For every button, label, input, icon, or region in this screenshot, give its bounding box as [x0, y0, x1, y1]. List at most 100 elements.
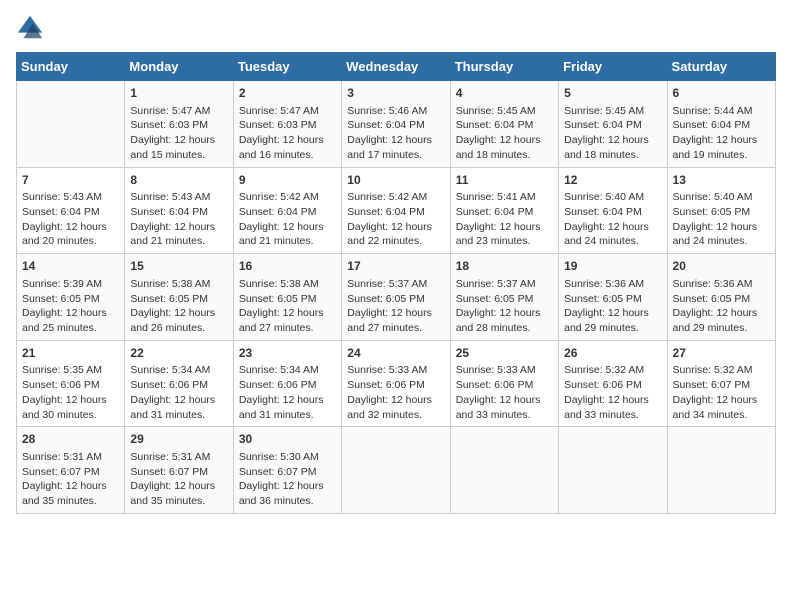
day-number: 17	[347, 258, 444, 275]
page-header	[16, 16, 776, 44]
sunset-text: Sunset: 6:07 PM	[239, 465, 336, 480]
day-number: 3	[347, 85, 444, 102]
day-number: 5	[564, 85, 661, 102]
sunset-text: Sunset: 6:06 PM	[130, 378, 227, 393]
day-number: 25	[456, 345, 553, 362]
col-header-monday: Monday	[125, 53, 233, 81]
week-row: 21Sunrise: 5:35 AMSunset: 6:06 PMDayligh…	[17, 340, 776, 427]
daylight-text: Daylight: 12 hours and 20 minutes.	[22, 220, 119, 249]
daylight-text: Daylight: 12 hours and 24 minutes.	[673, 220, 770, 249]
calendar-cell: 6Sunrise: 5:44 AMSunset: 6:04 PMDaylight…	[667, 81, 775, 168]
day-number: 12	[564, 172, 661, 189]
calendar-cell	[667, 427, 775, 514]
sunrise-text: Sunrise: 5:36 AM	[564, 277, 661, 292]
daylight-text: Daylight: 12 hours and 28 minutes.	[456, 306, 553, 335]
sunset-text: Sunset: 6:05 PM	[130, 292, 227, 307]
col-header-tuesday: Tuesday	[233, 53, 341, 81]
sunrise-text: Sunrise: 5:32 AM	[673, 363, 770, 378]
day-number: 20	[673, 258, 770, 275]
daylight-text: Daylight: 12 hours and 33 minutes.	[564, 393, 661, 422]
daylight-text: Daylight: 12 hours and 19 minutes.	[673, 133, 770, 162]
header-row: SundayMondayTuesdayWednesdayThursdayFrid…	[17, 53, 776, 81]
day-number: 14	[22, 258, 119, 275]
sunrise-text: Sunrise: 5:32 AM	[564, 363, 661, 378]
sunset-text: Sunset: 6:04 PM	[22, 205, 119, 220]
sunset-text: Sunset: 6:03 PM	[130, 118, 227, 133]
daylight-text: Daylight: 12 hours and 15 minutes.	[130, 133, 227, 162]
sunset-text: Sunset: 6:04 PM	[347, 118, 444, 133]
sunset-text: Sunset: 6:04 PM	[673, 118, 770, 133]
col-header-friday: Friday	[559, 53, 667, 81]
daylight-text: Daylight: 12 hours and 16 minutes.	[239, 133, 336, 162]
sunset-text: Sunset: 6:06 PM	[239, 378, 336, 393]
sunset-text: Sunset: 6:05 PM	[673, 205, 770, 220]
day-number: 21	[22, 345, 119, 362]
daylight-text: Daylight: 12 hours and 25 minutes.	[22, 306, 119, 335]
calendar-cell: 17Sunrise: 5:37 AMSunset: 6:05 PMDayligh…	[342, 254, 450, 341]
daylight-text: Daylight: 12 hours and 32 minutes.	[347, 393, 444, 422]
sunset-text: Sunset: 6:04 PM	[456, 205, 553, 220]
sunset-text: Sunset: 6:07 PM	[130, 465, 227, 480]
calendar-cell: 15Sunrise: 5:38 AMSunset: 6:05 PMDayligh…	[125, 254, 233, 341]
sunrise-text: Sunrise: 5:45 AM	[564, 104, 661, 119]
daylight-text: Daylight: 12 hours and 27 minutes.	[347, 306, 444, 335]
daylight-text: Daylight: 12 hours and 18 minutes.	[456, 133, 553, 162]
daylight-text: Daylight: 12 hours and 23 minutes.	[456, 220, 553, 249]
day-number: 23	[239, 345, 336, 362]
day-number: 19	[564, 258, 661, 275]
sunrise-text: Sunrise: 5:33 AM	[456, 363, 553, 378]
sunset-text: Sunset: 6:05 PM	[347, 292, 444, 307]
sunrise-text: Sunrise: 5:31 AM	[22, 450, 119, 465]
sunset-text: Sunset: 6:04 PM	[456, 118, 553, 133]
daylight-text: Daylight: 12 hours and 21 minutes.	[239, 220, 336, 249]
calendar-cell: 18Sunrise: 5:37 AMSunset: 6:05 PMDayligh…	[450, 254, 558, 341]
sunrise-text: Sunrise: 5:34 AM	[239, 363, 336, 378]
day-number: 24	[347, 345, 444, 362]
sunset-text: Sunset: 6:06 PM	[564, 378, 661, 393]
calendar-cell: 13Sunrise: 5:40 AMSunset: 6:05 PMDayligh…	[667, 167, 775, 254]
sunrise-text: Sunrise: 5:43 AM	[22, 190, 119, 205]
daylight-text: Daylight: 12 hours and 24 minutes.	[564, 220, 661, 249]
calendar-table: SundayMondayTuesdayWednesdayThursdayFrid…	[16, 52, 776, 514]
daylight-text: Daylight: 12 hours and 31 minutes.	[130, 393, 227, 422]
calendar-cell: 26Sunrise: 5:32 AMSunset: 6:06 PMDayligh…	[559, 340, 667, 427]
calendar-cell: 24Sunrise: 5:33 AMSunset: 6:06 PMDayligh…	[342, 340, 450, 427]
sunrise-text: Sunrise: 5:39 AM	[22, 277, 119, 292]
sunset-text: Sunset: 6:04 PM	[239, 205, 336, 220]
sunrise-text: Sunrise: 5:40 AM	[564, 190, 661, 205]
daylight-text: Daylight: 12 hours and 31 minutes.	[239, 393, 336, 422]
calendar-cell: 28Sunrise: 5:31 AMSunset: 6:07 PMDayligh…	[17, 427, 125, 514]
calendar-cell: 4Sunrise: 5:45 AMSunset: 6:04 PMDaylight…	[450, 81, 558, 168]
sunset-text: Sunset: 6:04 PM	[347, 205, 444, 220]
day-number: 22	[130, 345, 227, 362]
calendar-cell: 19Sunrise: 5:36 AMSunset: 6:05 PMDayligh…	[559, 254, 667, 341]
week-row: 28Sunrise: 5:31 AMSunset: 6:07 PMDayligh…	[17, 427, 776, 514]
daylight-text: Daylight: 12 hours and 27 minutes.	[239, 306, 336, 335]
calendar-cell	[342, 427, 450, 514]
day-number: 8	[130, 172, 227, 189]
sunset-text: Sunset: 6:06 PM	[456, 378, 553, 393]
calendar-cell: 20Sunrise: 5:36 AMSunset: 6:05 PMDayligh…	[667, 254, 775, 341]
sunrise-text: Sunrise: 5:33 AM	[347, 363, 444, 378]
sunrise-text: Sunrise: 5:30 AM	[239, 450, 336, 465]
calendar-cell: 3Sunrise: 5:46 AMSunset: 6:04 PMDaylight…	[342, 81, 450, 168]
daylight-text: Daylight: 12 hours and 26 minutes.	[130, 306, 227, 335]
calendar-cell: 7Sunrise: 5:43 AMSunset: 6:04 PMDaylight…	[17, 167, 125, 254]
calendar-cell: 30Sunrise: 5:30 AMSunset: 6:07 PMDayligh…	[233, 427, 341, 514]
sunrise-text: Sunrise: 5:43 AM	[130, 190, 227, 205]
calendar-cell: 21Sunrise: 5:35 AMSunset: 6:06 PMDayligh…	[17, 340, 125, 427]
day-number: 16	[239, 258, 336, 275]
day-number: 15	[130, 258, 227, 275]
calendar-cell: 12Sunrise: 5:40 AMSunset: 6:04 PMDayligh…	[559, 167, 667, 254]
daylight-text: Daylight: 12 hours and 35 minutes.	[130, 479, 227, 508]
calendar-cell	[450, 427, 558, 514]
sunrise-text: Sunrise: 5:36 AM	[673, 277, 770, 292]
sunrise-text: Sunrise: 5:42 AM	[347, 190, 444, 205]
sunset-text: Sunset: 6:05 PM	[564, 292, 661, 307]
day-number: 26	[564, 345, 661, 362]
day-number: 1	[130, 85, 227, 102]
week-row: 7Sunrise: 5:43 AMSunset: 6:04 PMDaylight…	[17, 167, 776, 254]
daylight-text: Daylight: 12 hours and 17 minutes.	[347, 133, 444, 162]
logo-icon	[16, 14, 44, 42]
sunset-text: Sunset: 6:05 PM	[22, 292, 119, 307]
